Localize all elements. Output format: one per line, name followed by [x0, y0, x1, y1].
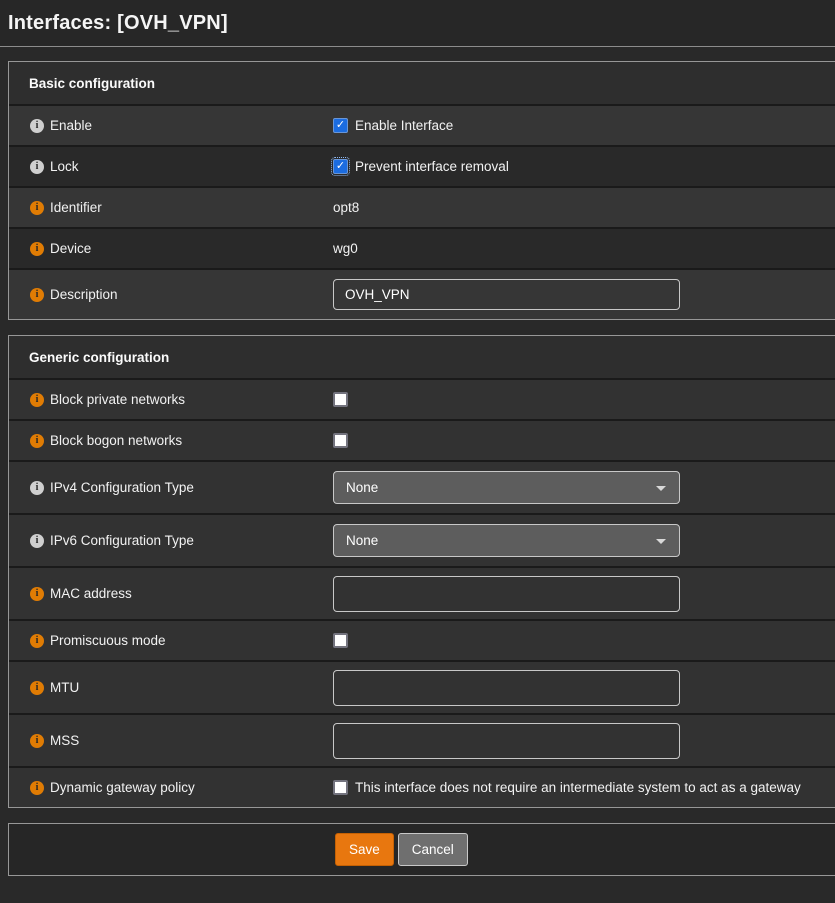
info-icon: [30, 242, 44, 256]
description-input[interactable]: [333, 279, 680, 310]
block-private-label-cell: Block private networks: [9, 392, 333, 407]
promiscuous-checkbox[interactable]: [333, 633, 348, 648]
chevron-down-icon: [656, 486, 666, 491]
enable-label: Enable: [50, 118, 92, 133]
info-icon: [30, 201, 44, 215]
page-header: Interfaces: [OVH_VPN]: [0, 0, 835, 47]
prevent-removal-checkbox-label: Prevent interface removal: [355, 159, 509, 174]
device-value: wg0: [333, 241, 358, 256]
device-label-cell: Device: [9, 241, 333, 256]
mac-address-label-cell: MAC address: [9, 586, 333, 601]
device-label: Device: [50, 241, 91, 256]
row-mss: MSS: [9, 713, 835, 766]
identifier-value: opt8: [333, 200, 359, 215]
row-dynamic-gateway: Dynamic gateway policy This interface do…: [9, 766, 835, 807]
row-ipv4-type: IPv4 Configuration Type None: [9, 460, 835, 513]
row-lock: Lock Prevent interface removal: [9, 145, 835, 186]
chevron-down-icon: [656, 539, 666, 544]
row-mtu: MTU: [9, 660, 835, 713]
generic-section-title: Generic configuration: [9, 336, 835, 378]
dynamic-gateway-label: Dynamic gateway policy: [50, 780, 195, 795]
promiscuous-label-cell: Promiscuous mode: [9, 633, 333, 648]
mss-label-cell: MSS: [9, 733, 333, 748]
info-icon: [30, 587, 44, 601]
ipv6-type-label-cell: IPv6 Configuration Type: [9, 533, 333, 548]
ipv6-type-select[interactable]: None: [333, 524, 680, 557]
info-icon: [30, 288, 44, 302]
prevent-removal-checkbox[interactable]: [333, 159, 348, 174]
ipv6-type-label: IPv6 Configuration Type: [50, 533, 194, 548]
mtu-label-cell: MTU: [9, 680, 333, 695]
row-promiscuous: Promiscuous mode: [9, 619, 835, 660]
lock-label: Lock: [50, 159, 79, 174]
row-block-private: Block private networks: [9, 378, 835, 419]
row-device: Device wg0: [9, 227, 835, 268]
identifier-label: Identifier: [50, 200, 102, 215]
ipv6-type-selected-value: None: [346, 533, 378, 548]
row-ipv6-type: IPv6 Configuration Type None: [9, 513, 835, 566]
info-icon: [30, 634, 44, 648]
block-bogon-label: Block bogon networks: [50, 433, 182, 448]
block-bogon-label-cell: Block bogon networks: [9, 433, 333, 448]
enable-label-cell: Enable: [9, 118, 333, 133]
block-bogon-checkbox[interactable]: [333, 433, 348, 448]
cancel-button[interactable]: Cancel: [398, 833, 468, 866]
ipv4-type-label: IPv4 Configuration Type: [50, 480, 194, 495]
form-actions-panel: Save Cancel: [8, 823, 835, 876]
block-private-checkbox[interactable]: [333, 392, 348, 407]
dynamic-gateway-checkbox-label: This interface does not require an inter…: [355, 780, 801, 795]
row-enable: Enable Enable Interface: [9, 104, 835, 145]
identifier-label-cell: Identifier: [9, 200, 333, 215]
row-block-bogon: Block bogon networks: [9, 419, 835, 460]
info-icon: [30, 481, 44, 495]
basic-section-title: Basic configuration: [9, 62, 835, 104]
enable-interface-checkbox-label: Enable Interface: [355, 118, 453, 133]
info-icon: [30, 434, 44, 448]
row-identifier: Identifier opt8: [9, 186, 835, 227]
description-label-cell: Description: [9, 287, 333, 302]
mac-address-input[interactable]: [333, 576, 680, 612]
dynamic-gateway-checkbox[interactable]: [333, 780, 348, 795]
ipv4-type-select[interactable]: None: [333, 471, 680, 504]
mss-label: MSS: [50, 733, 79, 748]
page-title: Interfaces: [OVH_VPN]: [8, 12, 228, 35]
mac-address-label: MAC address: [50, 586, 132, 601]
ipv4-type-selected-value: None: [346, 480, 378, 495]
mtu-label: MTU: [50, 680, 79, 695]
info-icon: [30, 160, 44, 174]
dynamic-gateway-label-cell: Dynamic gateway policy: [9, 780, 333, 795]
generic-configuration-panel: Generic configuration Block private netw…: [8, 335, 835, 808]
mtu-input[interactable]: [333, 670, 680, 706]
info-icon: [30, 781, 44, 795]
enable-interface-checkbox[interactable]: [333, 118, 348, 133]
info-icon: [30, 534, 44, 548]
info-icon: [30, 393, 44, 407]
info-icon: [30, 119, 44, 133]
row-description: Description: [9, 268, 835, 319]
ipv4-type-label-cell: IPv4 Configuration Type: [9, 480, 333, 495]
block-private-label: Block private networks: [50, 392, 185, 407]
row-mac-address: MAC address: [9, 566, 835, 619]
info-icon: [30, 734, 44, 748]
save-button[interactable]: Save: [335, 833, 394, 866]
description-label: Description: [50, 287, 118, 302]
basic-configuration-panel: Basic configuration Enable Enable Interf…: [8, 61, 835, 320]
promiscuous-label: Promiscuous mode: [50, 633, 166, 648]
lock-label-cell: Lock: [9, 159, 333, 174]
mss-input[interactable]: [333, 723, 680, 759]
info-icon: [30, 681, 44, 695]
